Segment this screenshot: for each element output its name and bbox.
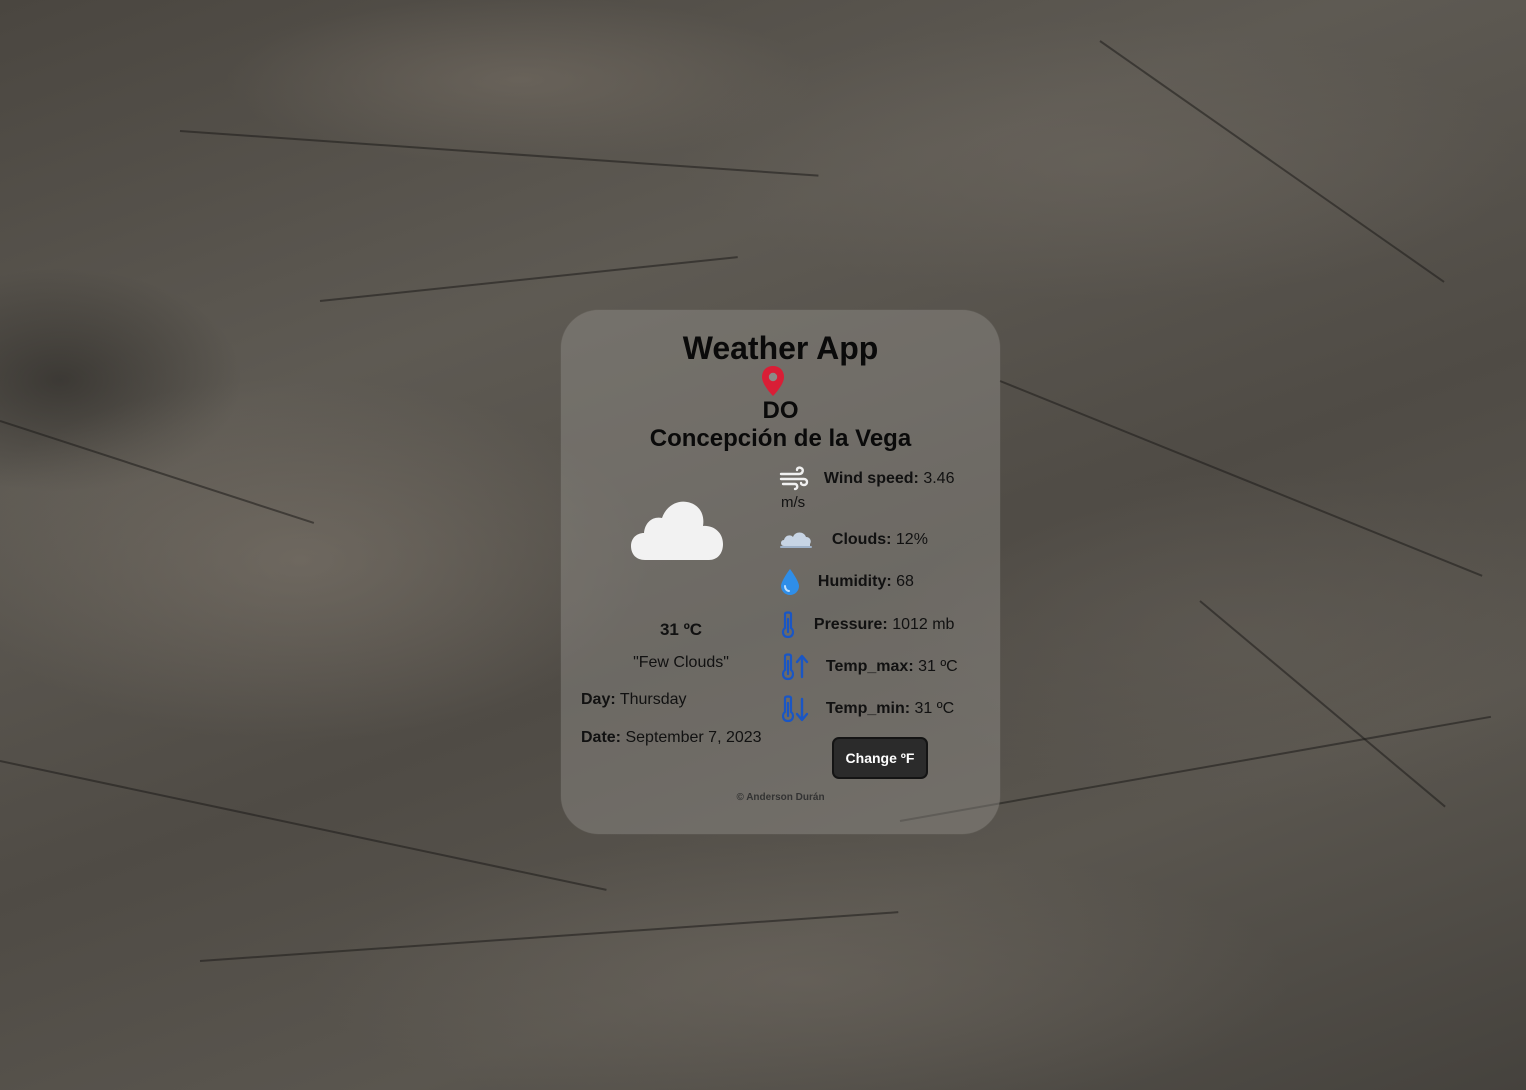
weather-description: "Few Clouds" xyxy=(633,654,729,671)
temp-max-value: 31 ºC xyxy=(918,658,958,676)
current-temperature: 31 ºC xyxy=(659,620,703,639)
rock-crack xyxy=(1099,40,1445,283)
thermometer-down-icon xyxy=(781,695,809,723)
rock-crack xyxy=(319,256,738,302)
temp-min-label: Temp_min: xyxy=(825,700,911,718)
humidity-value: 68 xyxy=(896,573,914,591)
temp-max-label: Temp_max: xyxy=(825,658,914,676)
rock-crack xyxy=(0,420,315,524)
cloud-icon xyxy=(631,501,723,560)
day-line: Day: Thursday xyxy=(581,691,687,709)
clouds-label: Clouds: xyxy=(831,531,892,549)
footer-credit: © Anderson Durán xyxy=(736,792,825,803)
rock-crack xyxy=(0,760,607,891)
humidity-label: Humidity: xyxy=(817,573,892,591)
pressure-label: Pressure: xyxy=(813,616,888,634)
pressure-stat: Pressure: 1012 mb xyxy=(779,611,954,639)
wind-speed-value: 3.46 xyxy=(923,470,955,488)
day-value: Thursday xyxy=(619,691,687,708)
date-value: September 7, 2023 xyxy=(625,729,762,746)
app-title: Weather App xyxy=(682,330,879,366)
country-code: DO xyxy=(762,397,799,424)
clouds-value: 12% xyxy=(895,531,928,549)
water-drop-icon xyxy=(781,569,799,595)
date-label: Date: xyxy=(581,729,622,746)
thermometer-up-icon xyxy=(781,653,809,681)
wind-speed-label: Wind speed: xyxy=(823,470,919,488)
clouds-stat: Clouds: 12% xyxy=(779,530,928,550)
temp-max-stat: Temp_max: 31 ºC xyxy=(779,653,958,681)
change-unit-button[interactable]: Change ºF xyxy=(832,737,928,779)
day-label: Day: xyxy=(581,691,616,708)
map-pin-icon xyxy=(762,366,784,396)
city-name: Concepción de la Vega xyxy=(649,425,912,452)
weather-card: Weather App DO Concepción de la Vega 31 … xyxy=(561,310,1000,834)
wind-speed-stat: Wind speed: 3.46 xyxy=(779,466,954,492)
rock-crack xyxy=(179,130,819,177)
rock-crack xyxy=(999,380,1483,577)
rock-crack xyxy=(199,911,899,962)
rock-crack xyxy=(1199,600,1446,808)
clouds-icon xyxy=(780,532,812,548)
temp-min-value: 31 ºC xyxy=(914,700,955,718)
thermometer-icon xyxy=(781,611,795,639)
date-line: Date: September 7, 2023 xyxy=(581,729,762,747)
humidity-stat: Humidity: 68 xyxy=(779,568,914,596)
temp-min-stat: Temp_min: 31 ºC xyxy=(779,695,954,723)
wind-icon xyxy=(779,466,809,491)
pressure-value: 1012 mb xyxy=(892,616,955,634)
wind-speed-unit: m/s xyxy=(781,494,806,511)
